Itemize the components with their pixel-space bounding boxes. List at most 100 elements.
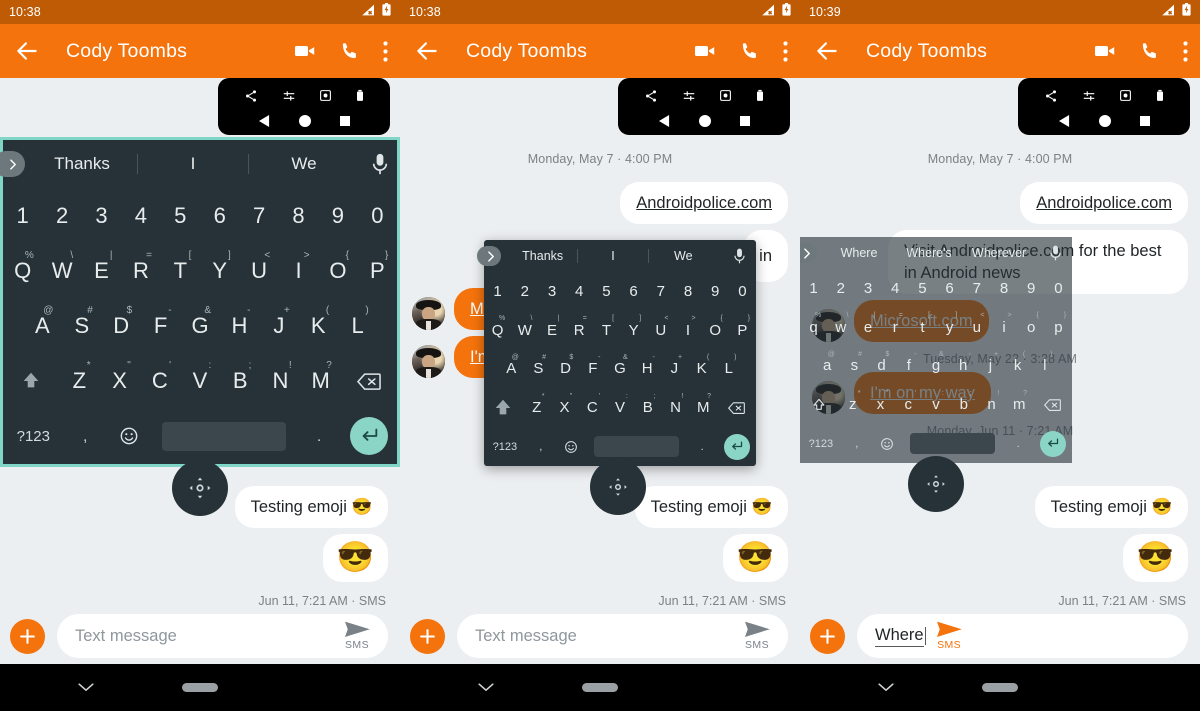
- key-l[interactable]: ) l: [1031, 347, 1058, 386]
- space-key[interactable]: [586, 427, 688, 466]
- space-key[interactable]: [150, 409, 297, 464]
- more-options-button[interactable]: [383, 40, 388, 62]
- video-call-button[interactable]: [693, 39, 717, 63]
- key-8[interactable]: 8: [674, 272, 701, 311]
- keyboard[interactable]: Where Where's Wherever 1234567890 % q \ w | e = r…: [800, 237, 1072, 463]
- message-bubble-emoji[interactable]: 😎: [322, 534, 388, 582]
- emoji-key[interactable]: [872, 424, 902, 463]
- markup-icon[interactable]: [682, 89, 696, 103]
- mic-icon[interactable]: [1038, 245, 1072, 261]
- key-s[interactable]: # S: [62, 298, 101, 353]
- key-k[interactable]: (K: [688, 350, 715, 389]
- key-6[interactable]: 6: [620, 272, 647, 311]
- nav-home-icon[interactable]: [698, 114, 711, 127]
- key-0[interactable]: 0: [358, 188, 397, 243]
- key-n[interactable]: ! N: [662, 388, 690, 427]
- key-8[interactable]: 8: [990, 269, 1017, 308]
- key-f[interactable]: -F: [579, 350, 606, 389]
- key-v[interactable]: :v: [922, 385, 950, 424]
- suggestion-chip[interactable]: Thanks: [508, 249, 577, 263]
- markup-icon[interactable]: [282, 89, 296, 103]
- key-b[interactable]: ; B: [634, 388, 662, 427]
- key-o[interactable]: {O: [318, 243, 357, 298]
- key-x[interactable]: " X: [99, 354, 139, 409]
- key-e[interactable]: | E: [82, 243, 121, 298]
- key-a[interactable]: @ a: [814, 347, 841, 386]
- key-7[interactable]: 7: [239, 188, 278, 243]
- delete-icon[interactable]: [1156, 89, 1164, 102]
- nav-back-icon[interactable]: [1058, 114, 1070, 127]
- key-p[interactable]: } p: [1045, 308, 1072, 347]
- key-x[interactable]: " X: [551, 388, 579, 427]
- emoji-key[interactable]: [107, 409, 150, 464]
- save-icon[interactable]: [319, 89, 332, 102]
- text-message-input[interactable]: Text message SMS: [457, 614, 788, 658]
- back-button[interactable]: [14, 38, 40, 64]
- emoji-key[interactable]: [556, 427, 586, 466]
- send-button[interactable]: SMS: [926, 621, 972, 651]
- key-6[interactable]: 6: [200, 188, 239, 243]
- key-t[interactable]: [T: [161, 243, 200, 298]
- key-b[interactable]: ; b: [950, 385, 978, 424]
- key-u[interactable]: < U: [647, 311, 674, 350]
- message-bubble-link[interactable]: Androidpolice.com: [620, 182, 788, 224]
- suggestion-chip[interactable]: Wherever: [964, 246, 1034, 260]
- attach-plus-button[interactable]: [810, 618, 845, 654]
- gesture-pill[interactable]: [982, 683, 1018, 692]
- symbols-key[interactable]: ?123: [484, 427, 526, 466]
- delete-icon[interactable]: [356, 89, 364, 102]
- key-y[interactable]: ] Y: [200, 243, 239, 298]
- key-s[interactable]: # s: [841, 347, 868, 386]
- message-bubble-link[interactable]: Androidpolice.com: [1020, 182, 1188, 224]
- nav-home-icon[interactable]: [1098, 114, 1111, 127]
- send-button[interactable]: SMS: [334, 621, 380, 651]
- nav-home-icon[interactable]: [298, 114, 311, 127]
- key-g[interactable]: & G: [606, 350, 633, 389]
- key-z[interactable]: * Z: [59, 354, 99, 409]
- key-0[interactable]: 0: [729, 272, 756, 311]
- suggestion-chip[interactable]: I: [577, 249, 647, 263]
- enter-key[interactable]: [1033, 424, 1072, 463]
- key-h[interactable]: -H: [634, 350, 661, 389]
- key-6[interactable]: 6: [936, 269, 963, 308]
- key-a[interactable]: @ A: [498, 350, 525, 389]
- key-8[interactable]: 8: [279, 188, 318, 243]
- shift-key[interactable]: [3, 354, 59, 409]
- key-m[interactable]: ? M: [689, 388, 717, 427]
- key-l[interactable]: ) L: [715, 350, 742, 389]
- phone-call-button[interactable]: [339, 40, 361, 62]
- key-3[interactable]: 3: [854, 269, 881, 308]
- key-1[interactable]: 1: [484, 272, 511, 311]
- key-4[interactable]: 4: [121, 188, 160, 243]
- key-1[interactable]: 1: [800, 269, 827, 308]
- backspace-key[interactable]: [717, 388, 756, 427]
- key-y[interactable]: ] y: [936, 308, 963, 347]
- key-w[interactable]: \ w: [827, 308, 854, 347]
- key-9[interactable]: 9: [1018, 269, 1045, 308]
- key-h[interactable]: -H: [220, 298, 259, 353]
- back-button[interactable]: [414, 38, 440, 64]
- message-bubble-emoji[interactable]: 😎: [1122, 534, 1188, 582]
- nav-recents-icon[interactable]: [1139, 115, 1150, 126]
- attach-plus-button[interactable]: [410, 618, 445, 654]
- space-key[interactable]: [902, 424, 1004, 463]
- key-l[interactable]: ) L: [338, 298, 377, 353]
- nav-recents-icon[interactable]: [739, 115, 750, 126]
- message-bubble-outgoing[interactable]: Testing emoji 😎: [234, 486, 388, 528]
- key-2[interactable]: 2: [827, 269, 854, 308]
- key-m[interactable]: ? M: [301, 354, 341, 409]
- key-4[interactable]: 4: [882, 269, 909, 308]
- expand-suggestions-button[interactable]: [800, 243, 817, 263]
- video-call-button[interactable]: [293, 39, 317, 63]
- save-icon[interactable]: [1119, 89, 1132, 102]
- key-q[interactable]: % Q: [484, 311, 511, 350]
- key-e[interactable]: | e: [854, 308, 881, 347]
- symbols-key[interactable]: ?123: [800, 424, 842, 463]
- key-c[interactable]: ' C: [140, 354, 180, 409]
- keyboard[interactable]: Thanks I We 1234567890 % Q \ W | E = R[T] Y < U > I{O}…: [0, 137, 400, 467]
- key-z[interactable]: * Z: [523, 388, 551, 427]
- key-r[interactable]: = R: [121, 243, 160, 298]
- key-q[interactable]: % Q: [3, 243, 42, 298]
- nav-recents-icon[interactable]: [339, 115, 350, 126]
- phone-call-button[interactable]: [1139, 40, 1161, 62]
